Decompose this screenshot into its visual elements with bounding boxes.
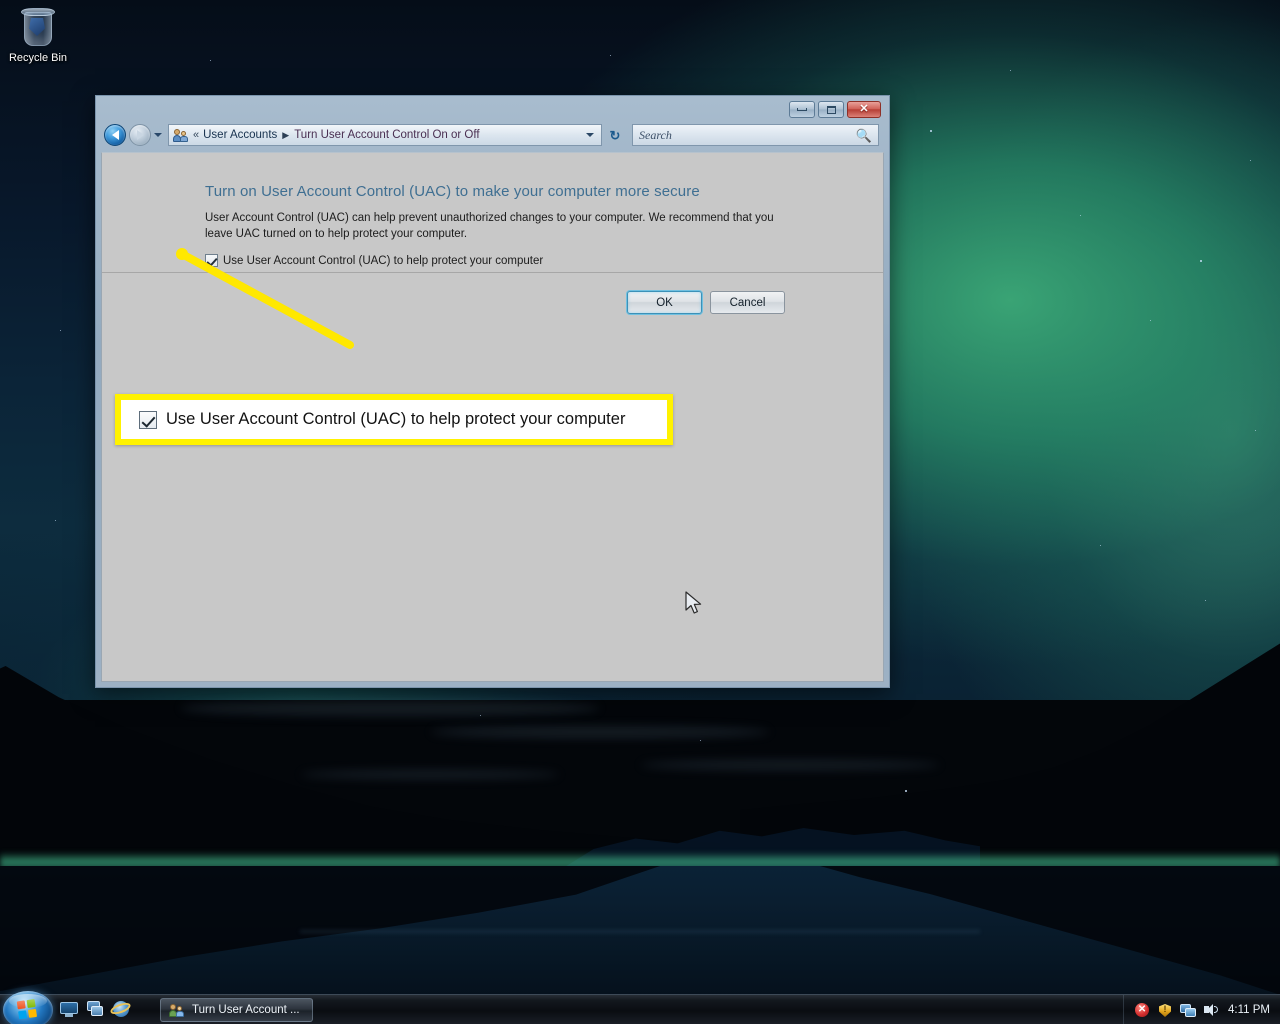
uac-checkbox-label[interactable]: Use User Account Control (UAC) to help p…	[223, 255, 543, 267]
breadcrumb-turn-uac-on-or-off[interactable]: Turn User Account Control On or Off	[294, 129, 479, 141]
windows-logo-icon	[16, 998, 40, 1022]
close-icon: ✕	[859, 103, 869, 115]
annotation-callout-box: Use User Account Control (UAC) to help p…	[115, 394, 673, 445]
navigation-bar: « User Accounts ▶ Turn User Account Cont…	[96, 121, 889, 149]
system-tray: ✕ 4:11 PM	[1123, 995, 1274, 1024]
search-icon: 🔍	[855, 127, 872, 143]
lake-highlight	[300, 930, 980, 933]
page-title: Turn on User Account Control (UAC) to ma…	[205, 183, 700, 200]
minimize-icon	[797, 108, 807, 111]
back-button[interactable]	[104, 124, 126, 146]
close-button[interactable]: ✕	[847, 101, 881, 118]
search-box[interactable]: 🔍	[632, 124, 879, 146]
cancel-button[interactable]: Cancel	[710, 291, 785, 314]
task-button-list: Turn User Account ...	[160, 998, 313, 1022]
window-client-area: Turn on User Account Control (UAC) to ma…	[101, 152, 884, 682]
show-desktop-icon[interactable]	[60, 1000, 78, 1018]
maximize-button[interactable]	[818, 101, 844, 118]
title-bar[interactable]: ✕	[96, 96, 889, 124]
address-bar[interactable]: « User Accounts ▶ Turn User Account Cont…	[168, 124, 602, 146]
arrow-right-icon	[136, 130, 144, 140]
maximize-icon	[826, 105, 836, 114]
desktop-icon-recycle-bin[interactable]: Recycle Bin	[6, 4, 70, 74]
window-controls: ✕	[789, 101, 881, 118]
warning-shield-icon[interactable]	[1157, 1002, 1173, 1018]
network-icon[interactable]	[1180, 1002, 1197, 1018]
chevron-down-icon	[586, 133, 594, 137]
dialog-button-bar: OK Cancel	[102, 274, 883, 328]
cloud-streak	[180, 700, 600, 716]
cloud-streak	[300, 770, 560, 779]
start-button[interactable]	[3, 991, 53, 1024]
refresh-button[interactable]: ↻	[604, 124, 626, 146]
security-alert-icon[interactable]: ✕	[1134, 1002, 1150, 1018]
search-input[interactable]	[639, 127, 856, 143]
clock[interactable]: 4:11 PM	[1228, 1004, 1270, 1016]
ok-button[interactable]: OK	[627, 291, 702, 314]
uac-control-panel-window[interactable]: ✕ « User Accounts ▶ Turn User Account Co…	[95, 95, 890, 688]
forward-button[interactable]	[129, 124, 151, 146]
breadcrumb-separator-icon[interactable]: ▶	[282, 130, 289, 141]
quick-launch-bar	[60, 1000, 132, 1018]
uac-checkbox-row[interactable]: Use User Account Control (UAC) to help p…	[205, 254, 543, 267]
taskbar[interactable]: Turn User Account ... ✕ 4:11 PM	[0, 991, 1280, 1024]
cloud-streak	[640, 760, 940, 770]
recycle-bin-icon	[16, 6, 60, 50]
recent-pages-button[interactable]	[151, 124, 165, 146]
taskbar-item-turn-user-account[interactable]: Turn User Account ...	[160, 998, 313, 1022]
uac-settings-panel: Turn on User Account Control (UAC) to ma…	[102, 153, 883, 273]
chevron-down-icon	[154, 133, 162, 137]
recycle-bin-label: Recycle Bin	[8, 52, 68, 64]
switch-between-windows-icon[interactable]	[86, 1000, 104, 1018]
cloud-streak	[430, 726, 770, 738]
minimize-button[interactable]	[789, 101, 815, 118]
mouse-cursor	[685, 591, 702, 614]
uac-checkbox[interactable]	[205, 254, 218, 267]
internet-explorer-icon[interactable]	[109, 1000, 132, 1018]
annotation-callout-text: Use User Account Control (UAC) to help p…	[166, 410, 626, 428]
button-group: OK Cancel	[627, 291, 785, 314]
page-description: User Account Control (UAC) can help prev…	[205, 212, 774, 240]
breadcrumb-user-accounts[interactable]: User Accounts	[203, 129, 277, 141]
breadcrumb-overflow-icon[interactable]: «	[193, 128, 199, 142]
desktop[interactable]: Recycle Bin ✕ « User Accounts ▶ Turn Use…	[0, 0, 1280, 1024]
address-dropdown-button[interactable]	[582, 133, 598, 137]
refresh-icon: ↻	[609, 127, 621, 143]
taskbar-item-label: Turn User Account ...	[192, 1004, 300, 1016]
arrow-left-icon	[111, 130, 119, 140]
user-accounts-icon	[169, 1002, 185, 1018]
volume-icon[interactable]	[1203, 1002, 1219, 1018]
annotation-checkbox-icon	[139, 410, 157, 429]
user-accounts-icon	[173, 127, 189, 143]
